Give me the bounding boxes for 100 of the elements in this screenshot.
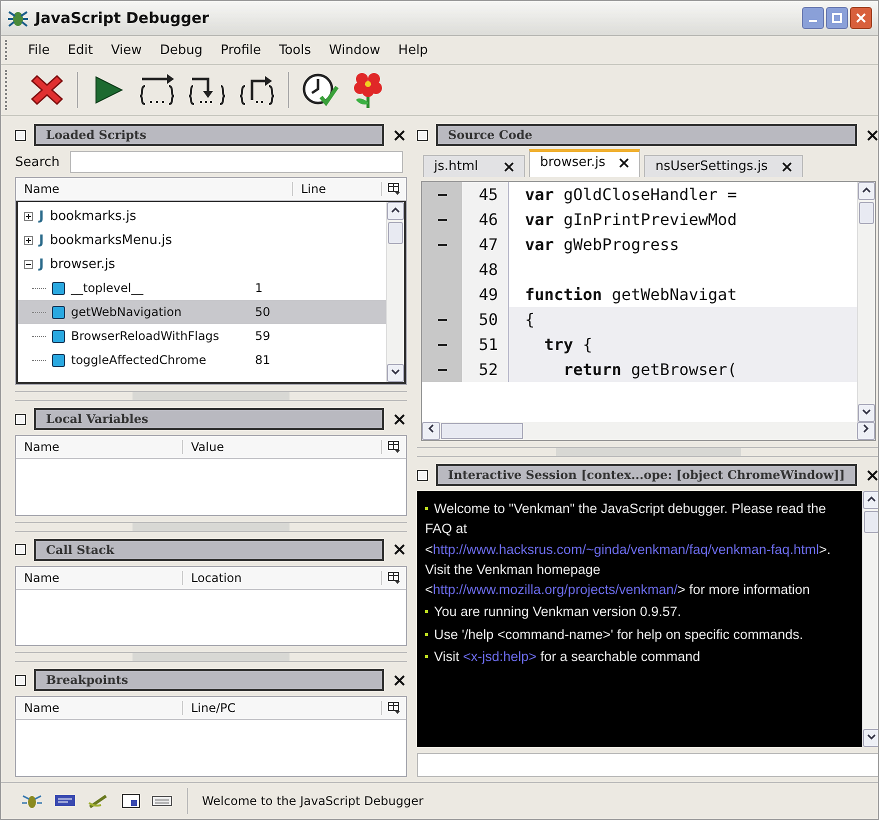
chevron-down-icon[interactable]	[866, 734, 876, 740]
chevron-up-icon[interactable]	[862, 187, 871, 193]
tree-row[interactable]: BrowserReloadWithFlags 59	[18, 324, 386, 348]
function-icon	[52, 306, 65, 318]
panel-toggle-box[interactable]	[417, 130, 428, 140]
scrollbar[interactable]	[856, 182, 875, 422]
close-icon[interactable]	[504, 162, 514, 172]
console-link[interactable]: <x-jsd:help>	[463, 648, 537, 664]
close-icon[interactable]	[619, 158, 630, 168]
breakpoint-marker[interactable]	[438, 344, 446, 346]
menu-item[interactable]: Tools	[272, 40, 318, 60]
clock-check-icon[interactable]	[301, 71, 339, 109]
stop-icon[interactable]	[29, 72, 65, 108]
close-button[interactable]	[864, 468, 878, 482]
chevron-up-icon[interactable]	[866, 496, 876, 502]
column-header[interactable]: Line/PC	[183, 701, 382, 716]
menu-item[interactable]: Debug	[152, 40, 210, 60]
column-header[interactable]: Line	[293, 182, 382, 196]
flower-icon[interactable]	[351, 70, 385, 110]
menu-item[interactable]: View	[104, 40, 149, 60]
keyboard-icon[interactable]	[151, 793, 173, 809]
close-button[interactable]	[864, 128, 878, 142]
panel-toggle-box[interactable]	[15, 130, 26, 140]
horizontal-scrollbar[interactable]	[422, 422, 875, 440]
script-icon: J	[39, 256, 44, 272]
column-picker-icon[interactable]	[388, 702, 400, 714]
column-header[interactable]: Name	[16, 701, 183, 716]
file-tab[interactable]: nsUserSettings.js	[644, 155, 803, 177]
panel-toggle-box[interactable]	[417, 470, 428, 480]
panel-title: Interactive Session [contex...ope: [object ChromeWindow]]	[436, 464, 857, 486]
collapse-icon[interactable]	[24, 260, 33, 268]
menu-item[interactable]: File	[21, 40, 57, 60]
close-button[interactable]	[850, 7, 872, 29]
console-message: Use '/help <command-name>' for help on specific commands.	[425, 624, 854, 645]
column-header[interactable]: Value	[183, 440, 382, 454]
code-line: var gWebProgress	[524, 235, 680, 254]
maximize-icon[interactable]	[832, 13, 842, 23]
code-line: function getWebNavigat	[524, 285, 737, 304]
tree-item[interactable]: bookmarks.js	[50, 208, 136, 224]
close-button[interactable]	[392, 672, 407, 688]
chevron-left-icon[interactable]	[428, 424, 434, 433]
column-header[interactable]: Name	[16, 440, 183, 454]
tree-row[interactable]: toggleAffectedChrome 81	[18, 348, 386, 372]
panel-toggle-box[interactable]	[15, 414, 26, 424]
scrollbar-thumb[interactable]	[388, 222, 403, 244]
scrollbar-thumb[interactable]	[858, 202, 874, 224]
close-button[interactable]	[392, 542, 407, 558]
step-over-icon[interactable]	[138, 72, 176, 108]
breakpoint-marker[interactable]	[438, 194, 446, 196]
breakpoint-marker[interactable]	[438, 368, 446, 370]
column-picker-icon[interactable]	[388, 572, 400, 584]
file-tab[interactable]: browser.js	[529, 149, 640, 177]
window-icon[interactable]	[121, 793, 141, 809]
panel-toggle-box[interactable]	[15, 674, 26, 686]
scrollbar-thumb[interactable]	[864, 511, 878, 533]
menu-item[interactable]: Profile	[214, 40, 268, 60]
breakpoint-marker[interactable]	[438, 244, 446, 246]
column-header[interactable]: Name	[16, 182, 293, 196]
line-number-cell: 50	[462, 307, 509, 332]
breakpoint-marker[interactable]	[438, 218, 446, 220]
expand-icon[interactable]	[24, 236, 33, 244]
close-button[interactable]	[392, 412, 407, 426]
bug-icon[interactable]	[21, 793, 43, 809]
menu-item[interactable]: Edit	[60, 40, 100, 60]
function-name: BrowserReloadWithFlags	[71, 329, 220, 343]
tree-item[interactable]: browser.js	[50, 256, 116, 272]
close-button[interactable]	[392, 128, 407, 142]
expand-icon[interactable]	[24, 212, 33, 220]
console-link[interactable]: http://www.hacksrus.com/~ginda/venkman/faq/venkman-faq.html	[432, 542, 819, 556]
line-number-cell: 46	[462, 207, 509, 232]
console-link[interactable]: http://www.mozilla.org/projects/venkman/	[432, 582, 678, 597]
chevron-right-icon[interactable]	[862, 424, 869, 433]
panel-title: Local Variables	[34, 408, 384, 430]
column-picker-icon[interactable]	[388, 183, 400, 195]
command-input-field[interactable]	[417, 753, 878, 777]
column-picker-icon[interactable]	[388, 441, 400, 453]
scrollbar-thumb[interactable]	[441, 423, 523, 439]
tree-row[interactable]: __toplevel__ 1	[18, 276, 386, 300]
minimize-button[interactable]	[802, 7, 824, 29]
chevron-down-icon[interactable]	[862, 409, 871, 415]
maximize-button[interactable]	[826, 7, 848, 29]
breakpoint-marker[interactable]	[438, 318, 446, 320]
column-header[interactable]: Location	[183, 570, 382, 585]
close-icon[interactable]	[782, 162, 792, 172]
splitter-handle[interactable]	[417, 447, 878, 457]
window-title: JavaScript Debugger	[35, 9, 210, 27]
menu-item[interactable]: Window	[322, 40, 388, 60]
search-field[interactable]	[70, 151, 403, 173]
tree-item[interactable]: bookmarksMenu.js	[50, 232, 172, 248]
scrollbar[interactable]	[386, 202, 404, 382]
file-tab[interactable]: js.html	[423, 155, 525, 177]
panel-toggle-box[interactable]	[15, 544, 26, 556]
console-icon[interactable]	[53, 793, 77, 809]
scrollbar[interactable]	[862, 491, 878, 747]
menu-item[interactable]: Help	[391, 40, 435, 60]
chevron-down-icon[interactable]	[391, 369, 400, 375]
chevron-up-icon[interactable]	[391, 207, 400, 213]
column-header[interactable]: Name	[16, 570, 183, 585]
console-message: You are running Venkman version 0.9.57.	[425, 602, 854, 622]
tree-row[interactable]: getWebNavigation 50	[18, 300, 386, 324]
